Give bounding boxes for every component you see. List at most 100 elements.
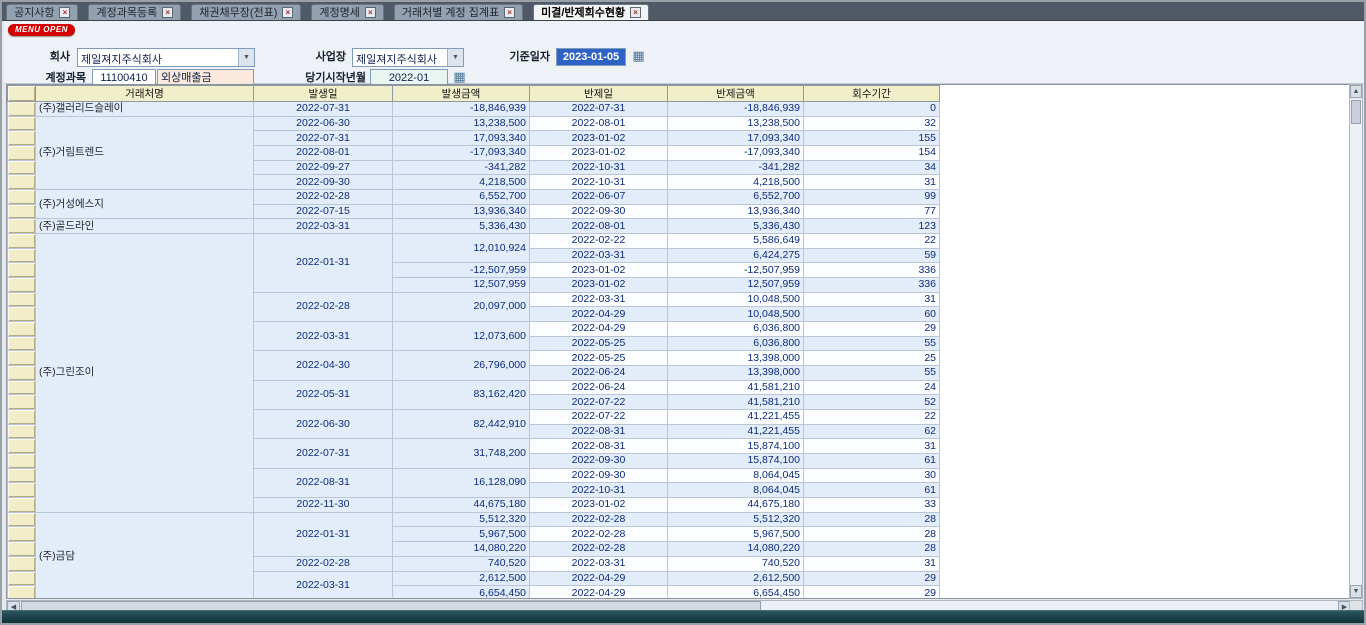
customer-name-cell[interactable]: (주)갤러리드슬레이	[36, 102, 254, 117]
collect-days-cell[interactable]: 52	[804, 395, 940, 410]
collect-days-cell[interactable]: 77	[804, 204, 940, 219]
row-selector[interactable]	[8, 131, 36, 146]
calendar-icon[interactable]: ▦	[631, 49, 646, 64]
occur-date-cell[interactable]: 2022-07-31	[254, 131, 393, 146]
occur-amount-cell[interactable]: 12,073,600	[393, 322, 530, 351]
settle-amount-cell[interactable]: 13,398,000	[668, 366, 804, 381]
settle-date-cell[interactable]: 2023-01-02	[530, 263, 668, 278]
settle-amount-cell[interactable]: 5,967,500	[668, 527, 804, 542]
row-selector[interactable]	[8, 542, 36, 557]
occur-date-cell[interactable]: 2022-08-31	[254, 468, 393, 497]
settle-amount-cell[interactable]: -341,282	[668, 160, 804, 175]
collect-days-cell[interactable]: 0	[804, 102, 940, 117]
settle-date-cell[interactable]: 2022-06-24	[530, 366, 668, 381]
settle-date-cell[interactable]: 2022-08-01	[530, 116, 668, 131]
settle-date-cell[interactable]: 2022-02-28	[530, 542, 668, 557]
customer-name-cell[interactable]: (주)금담	[36, 512, 254, 599]
settle-date-cell[interactable]: 2022-04-29	[530, 307, 668, 322]
occur-amount-cell[interactable]: 14,080,220	[393, 542, 530, 557]
settle-amount-cell[interactable]: 10,048,500	[668, 307, 804, 322]
collect-days-cell[interactable]: 29	[804, 586, 940, 599]
settle-date-cell[interactable]: 2022-02-22	[530, 234, 668, 249]
occur-date-cell[interactable]: 2022-03-31	[254, 571, 393, 599]
settle-date-cell[interactable]: 2022-02-28	[530, 527, 668, 542]
occur-amount-cell[interactable]: 20,097,000	[393, 292, 530, 321]
collect-days-cell[interactable]: 336	[804, 278, 940, 293]
row-selector[interactable]	[8, 351, 36, 366]
settle-amount-cell[interactable]: -12,507,959	[668, 263, 804, 278]
settle-amount-cell[interactable]: 6,654,450	[668, 586, 804, 599]
collect-days-cell[interactable]: 155	[804, 131, 940, 146]
grid-corner-cell[interactable]	[8, 86, 36, 102]
occur-amount-cell[interactable]: 740,520	[393, 556, 530, 571]
row-selector[interactable]	[8, 512, 36, 527]
row-selector[interactable]	[8, 424, 36, 439]
settle-date-cell[interactable]: 2022-07-22	[530, 395, 668, 410]
collect-days-cell[interactable]: 31	[804, 292, 940, 307]
settle-amount-cell[interactable]: 13,936,340	[668, 204, 804, 219]
occur-date-cell[interactable]: 2022-09-30	[254, 175, 393, 190]
collect-days-cell[interactable]: 32	[804, 116, 940, 131]
settle-date-cell[interactable]: 2022-08-01	[530, 219, 668, 234]
row-selector[interactable]	[8, 102, 36, 117]
row-selector[interactable]	[8, 160, 36, 175]
settle-amount-cell[interactable]: 8,064,045	[668, 468, 804, 483]
collect-days-cell[interactable]: 61	[804, 483, 940, 498]
settle-amount-cell[interactable]: 12,507,959	[668, 278, 804, 293]
occur-date-cell[interactable]: 2022-07-31	[254, 439, 393, 468]
tab-close-icon[interactable]: ×	[630, 7, 641, 18]
collect-days-cell[interactable]: 123	[804, 219, 940, 234]
settle-date-cell[interactable]: 2022-04-29	[530, 322, 668, 337]
settle-amount-cell[interactable]: 6,036,800	[668, 336, 804, 351]
occur-amount-cell[interactable]: 6,552,700	[393, 190, 530, 205]
customer-name-cell[interactable]: (주)거성에스지	[36, 190, 254, 219]
settle-amount-cell[interactable]: 5,512,320	[668, 512, 804, 527]
collect-days-cell[interactable]: 22	[804, 234, 940, 249]
row-selector[interactable]	[8, 146, 36, 161]
menu-open-button[interactable]: MENU OPEN	[8, 24, 75, 36]
column-header-반제금액[interactable]: 반제금액	[668, 86, 804, 102]
site-select[interactable]: 제일져지주식회사 ▼	[352, 48, 464, 67]
collect-days-cell[interactable]: 25	[804, 351, 940, 366]
row-selector[interactable]	[8, 322, 36, 337]
row-selector[interactable]	[8, 366, 36, 381]
customer-name-cell[interactable]: (주)거림트렌드	[36, 116, 254, 189]
settle-date-cell[interactable]: 2022-06-07	[530, 190, 668, 205]
occur-date-cell[interactable]: 2022-07-15	[254, 204, 393, 219]
row-selector[interactable]	[8, 175, 36, 190]
row-selector[interactable]	[8, 527, 36, 542]
settle-amount-cell[interactable]: 44,675,180	[668, 498, 804, 513]
row-selector[interactable]	[8, 498, 36, 513]
collect-days-cell[interactable]: 28	[804, 512, 940, 527]
collect-days-cell[interactable]: 60	[804, 307, 940, 322]
occur-date-cell[interactable]: 2022-02-28	[254, 190, 393, 205]
settle-amount-cell[interactable]: 8,064,045	[668, 483, 804, 498]
column-header-회수기간[interactable]: 회수기간	[804, 86, 940, 102]
settle-date-cell[interactable]: 2022-04-29	[530, 586, 668, 599]
settle-date-cell[interactable]: 2022-07-22	[530, 410, 668, 425]
collect-days-cell[interactable]: 99	[804, 190, 940, 205]
collect-days-cell[interactable]: 31	[804, 439, 940, 454]
collect-days-cell[interactable]: 31	[804, 556, 940, 571]
occur-date-cell[interactable]: 2022-01-31	[254, 234, 393, 293]
settle-date-cell[interactable]: 2023-01-02	[530, 131, 668, 146]
base-date-input[interactable]: 2023-01-05	[556, 48, 626, 66]
occur-date-cell[interactable]: 2022-06-30	[254, 116, 393, 131]
occur-date-cell[interactable]: 2022-01-31	[254, 512, 393, 556]
row-selector[interactable]	[8, 307, 36, 322]
settle-amount-cell[interactable]: 41,221,455	[668, 424, 804, 439]
collect-days-cell[interactable]: 28	[804, 542, 940, 557]
customer-name-cell[interactable]: (주)그린조이	[36, 234, 254, 513]
tab-1[interactable]: 계정과목등록×	[88, 4, 181, 20]
tab-close-icon[interactable]: ×	[504, 7, 515, 18]
column-header-거래처명[interactable]: 거래처명	[36, 86, 254, 102]
occur-date-cell[interactable]: 2022-11-30	[254, 498, 393, 513]
row-selector[interactable]	[8, 468, 36, 483]
collect-days-cell[interactable]: 59	[804, 248, 940, 263]
settle-date-cell[interactable]: 2023-01-02	[530, 278, 668, 293]
collect-days-cell[interactable]: 29	[804, 571, 940, 586]
occur-amount-cell[interactable]: 17,093,340	[393, 131, 530, 146]
tab-close-icon[interactable]: ×	[365, 7, 376, 18]
collect-days-cell[interactable]: 61	[804, 454, 940, 469]
tab-close-icon[interactable]: ×	[162, 7, 173, 18]
